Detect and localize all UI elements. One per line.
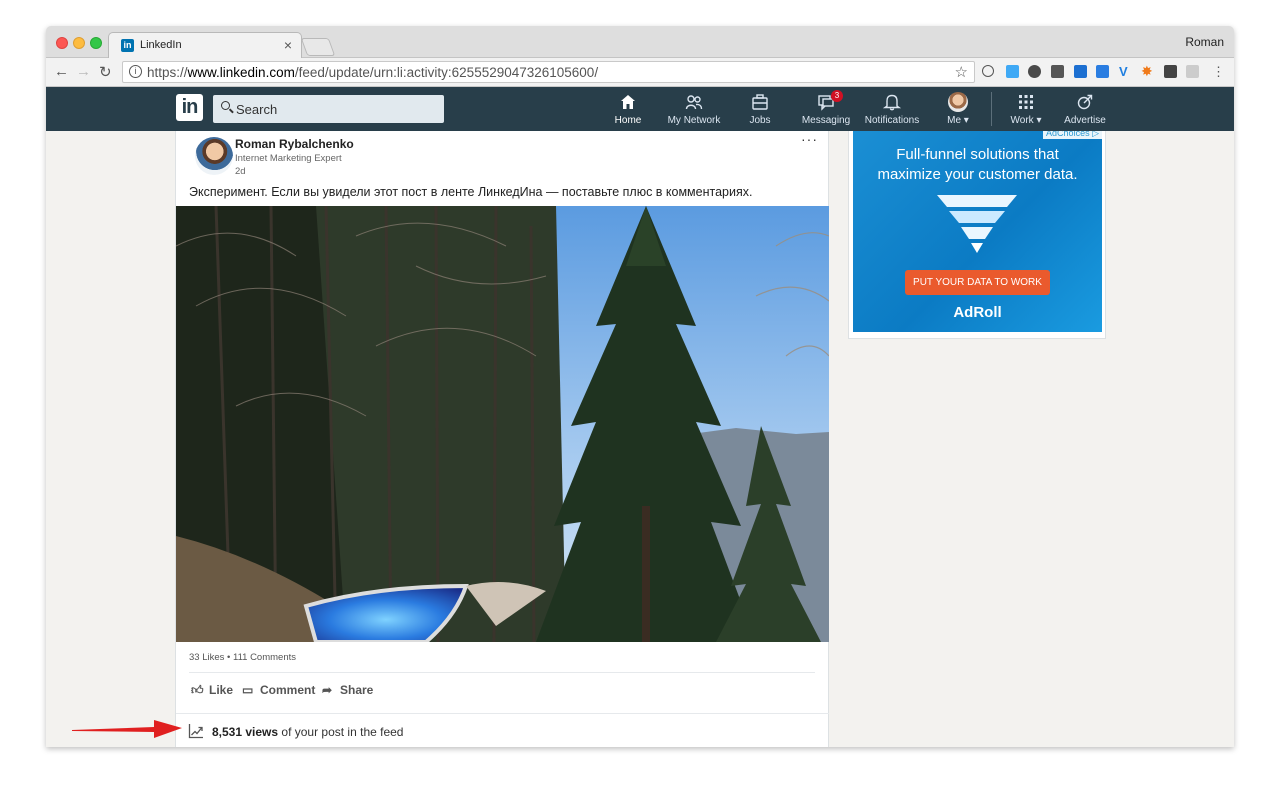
ad-banner[interactable]: AdChoices ▷ Full-funnel solutions that m… (853, 131, 1102, 332)
linkedin-favicon-icon: in (121, 39, 134, 52)
tab-bar: in LinkedIn × Roman (46, 26, 1234, 58)
post-text: Эксперимент. Если вы увидели этот пост в… (189, 185, 753, 199)
linkedin-navbar: in Search Home My Network Jobs 3 Messagi… (46, 87, 1234, 131)
comment-button[interactable]: ▭ Comment (242, 683, 315, 697)
extension-evernote-icon[interactable] (1028, 65, 1041, 78)
home-icon (621, 95, 635, 109)
extension-1password-icon[interactable] (982, 65, 994, 77)
info-icon[interactable]: i (129, 65, 142, 78)
post-more-menu-icon[interactable]: ··· (801, 131, 818, 147)
browser-window: in LinkedIn × Roman ← → ↻ i https://www.… (46, 26, 1234, 747)
extension-bookmark-icon[interactable] (1074, 65, 1087, 78)
ad-cta-button[interactable]: PUT YOUR DATA TO WORK (905, 270, 1050, 295)
url-field[interactable]: i https://www.linkedin.com/feed/update/u… (122, 61, 975, 83)
extension-dark-icon[interactable] (1164, 65, 1177, 78)
network-icon (685, 95, 703, 110)
bell-icon (883, 94, 901, 111)
adchoices-label[interactable]: AdChoices ▷ (1043, 131, 1102, 139)
thumbs-up-icon: 👍︎ (191, 683, 204, 697)
funnel-icon (937, 195, 1017, 253)
nav-me[interactable]: Me ▾ (938, 87, 978, 131)
browser-profile-name[interactable]: Roman (1185, 35, 1224, 49)
bookmark-star-icon[interactable]: ☆ (955, 63, 968, 81)
browser-menu-icon[interactable]: ⋮ (1212, 65, 1225, 78)
comment-icon: ▭ (242, 683, 254, 697)
extension-grey-icon[interactable] (1186, 65, 1199, 78)
nav-messaging[interactable]: 3 Messaging (800, 87, 852, 131)
forest-photo (176, 206, 829, 642)
author-name[interactable]: Roman Rybalchenko (235, 137, 354, 151)
feed-post: Roman Rybalchenko Internet Marketing Exp… (175, 131, 829, 747)
annotation-arrow-icon (72, 720, 182, 738)
search-input[interactable]: Search (213, 95, 444, 123)
nav-home[interactable]: Home (608, 87, 648, 131)
nav-work[interactable]: Work ▾ (1004, 87, 1048, 131)
address-bar: ← → ↻ i https://www.linkedin.com/feed/up… (46, 58, 1234, 87)
share-icon: ➦ (322, 683, 333, 697)
extension-orange-icon[interactable]: ✸ (1141, 64, 1154, 78)
actions-divider (189, 672, 815, 673)
minimize-window-button[interactable] (73, 37, 85, 49)
like-button[interactable]: 👍︎ Like (191, 683, 233, 698)
author-avatar[interactable] (195, 137, 233, 175)
extension-ku-icon[interactable] (1096, 65, 1109, 78)
avatar (948, 92, 968, 112)
briefcase-icon (752, 94, 768, 110)
tab-title: LinkedIn (140, 39, 182, 51)
tab-close-icon[interactable]: × (284, 37, 292, 53)
ad-headline: Full-funnel solutions that maximize your… (877, 146, 1078, 183)
forward-arrow-icon[interactable]: → (76, 63, 91, 80)
post-image[interactable] (176, 206, 829, 642)
grid-icon (1019, 95, 1033, 109)
advertise-icon (1077, 94, 1093, 110)
back-arrow-icon[interactable]: ← (54, 63, 69, 80)
ad-card: AdChoices ▷ Full-funnel solutions that m… (848, 131, 1106, 339)
nav-my-network[interactable]: My Network (662, 87, 726, 131)
nav-jobs[interactable]: Jobs (740, 87, 780, 131)
new-tab-button[interactable] (300, 38, 336, 56)
extension-v-icon[interactable]: V (1119, 65, 1132, 78)
trend-chart-icon (188, 724, 203, 739)
reload-icon[interactable]: ↻ (99, 63, 112, 81)
nav-notifications[interactable]: Notifications (860, 87, 924, 131)
extension-pocket-icon[interactable] (1051, 65, 1064, 78)
nav-divider (991, 92, 992, 126)
nav-advertise[interactable]: Advertise (1058, 87, 1112, 131)
browser-tab[interactable]: in LinkedIn × (108, 32, 302, 58)
messaging-badge: 3 (831, 90, 843, 102)
search-icon (221, 101, 230, 110)
maximize-window-button[interactable] (90, 37, 102, 49)
url-text[interactable]: https://www.linkedin.com/feed/update/urn… (147, 65, 598, 80)
extension-blue-icon[interactable] (1006, 65, 1019, 78)
search-placeholder: Search (236, 102, 278, 117)
social-counts[interactable]: 33 Likes • 111 Comments (189, 652, 296, 663)
views-text: 8,531 views of your post in the feed (212, 725, 404, 739)
share-button[interactable]: ➦ Share (322, 683, 373, 697)
post-timestamp: 2d (235, 166, 246, 177)
author-headline: Internet Marketing Expert (235, 153, 342, 164)
close-window-button[interactable] (56, 37, 68, 49)
views-count: 8,531 views (212, 725, 279, 739)
linkedin-logo[interactable]: in (176, 94, 203, 121)
post-views-row[interactable]: 8,531 views of your post in the feed (176, 713, 829, 747)
ad-brand-logo: AdRoll (953, 304, 1002, 321)
